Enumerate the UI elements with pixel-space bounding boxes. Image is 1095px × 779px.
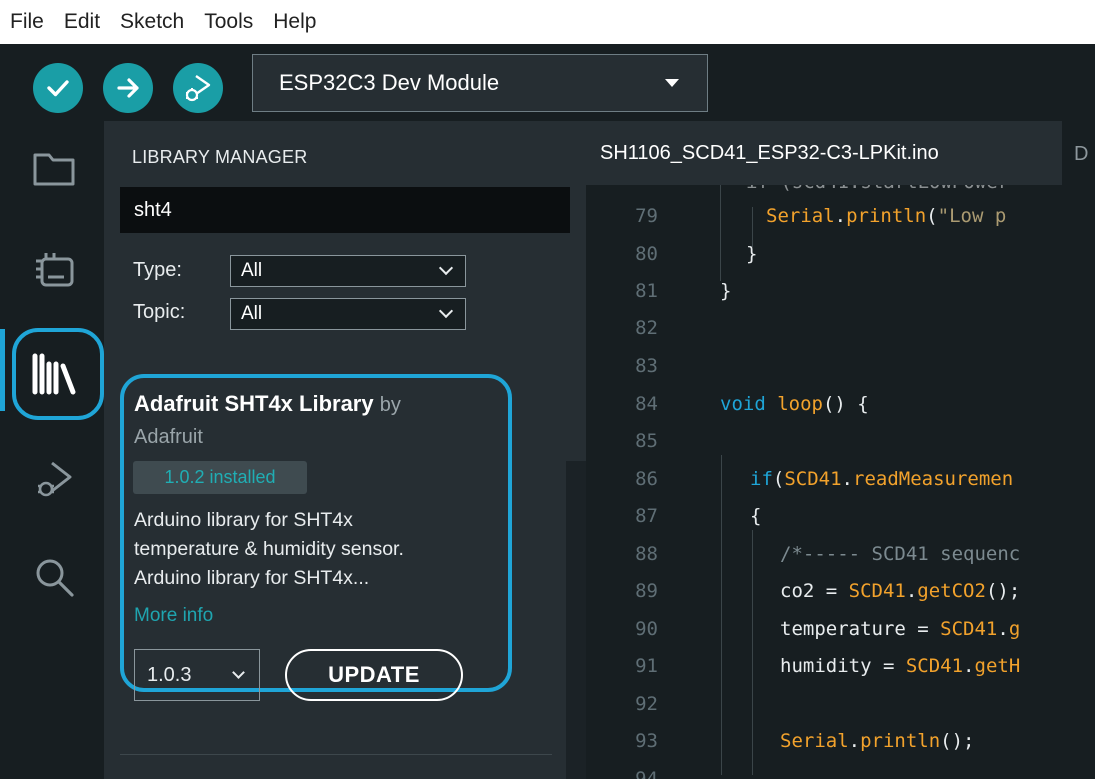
menu-bar: File Edit Sketch Tools Help — [0, 0, 1095, 44]
search-icon — [36, 559, 74, 597]
type-select-value: All — [241, 260, 263, 281]
description-line: Arduino library for SHT4x — [134, 509, 353, 531]
code-line: co2 = SCD41.getCO2(); — [780, 580, 1021, 602]
library-icon — [32, 353, 76, 395]
library-by: by — [379, 394, 401, 416]
debug-icon — [185, 75, 211, 102]
sketchbook-button[interactable] — [26, 141, 82, 197]
description-line: temperature & humidity sensor. — [134, 538, 404, 560]
board-name: ESP32C3 Dev Module — [279, 70, 500, 95]
menu-tools[interactable]: Tools — [204, 10, 253, 34]
chevron-down-icon — [232, 666, 245, 679]
menu-help[interactable]: Help — [273, 10, 316, 34]
search-value: sht4 — [134, 198, 172, 221]
tab-next-file[interactable]: D — [1074, 143, 1088, 166]
arrow-right-icon — [117, 78, 139, 98]
debug-view-button[interactable] — [26, 451, 82, 507]
type-label: Type: — [133, 259, 182, 281]
panel-title: LIBRARY MANAGER — [132, 147, 308, 167]
code-editor[interactable]: 79 80 81 82 83 84 85 86 87 88 89 90 91 9… — [586, 185, 1095, 779]
tab-sketch-file[interactable]: SH1106_SCD41_ESP32-C3-LPKit.ino — [586, 121, 1062, 185]
boards-manager-button[interactable] — [26, 241, 82, 297]
upload-button[interactable] — [103, 63, 153, 113]
version-select[interactable]: 1.0.3 — [134, 649, 260, 701]
chevron-down-icon — [438, 303, 454, 319]
topic-select[interactable]: All — [230, 298, 466, 330]
topic-label: Topic: — [133, 301, 186, 323]
more-info-link[interactable]: More info — [134, 605, 213, 627]
code-line: { — [750, 505, 762, 527]
library-card-title: Adafruit SHT4x Library by — [134, 391, 401, 417]
panel-scrollbar[interactable] — [566, 461, 586, 779]
description-line: Arduino library for SHT4x... — [134, 567, 370, 589]
menu-sketch[interactable]: Sketch — [120, 10, 184, 34]
library-description: Arduino library for SHT4x temperature & … — [134, 506, 494, 593]
tab-label: SH1106_SCD41_ESP32-C3-LPKit.ino — [600, 141, 939, 164]
library-manager-panel: LIBRARY MANAGER sht4 Type: All Topic: Al… — [104, 121, 586, 779]
activity-rail — [0, 121, 104, 779]
library-manager-button[interactable] — [26, 346, 82, 402]
menu-edit[interactable]: Edit — [64, 10, 100, 34]
type-select[interactable]: All — [230, 255, 466, 287]
card-divider — [120, 754, 552, 755]
caret-down-icon — [665, 79, 679, 87]
code-area: if (scd41.startLowPower Serial.println("… — [586, 185, 1095, 779]
debug-button[interactable] — [173, 63, 223, 113]
code-line: } — [720, 280, 732, 302]
indent-guide — [721, 455, 722, 775]
search-button[interactable] — [26, 549, 82, 605]
version-value: 1.0.3 — [147, 663, 192, 686]
library-name: Adafruit SHT4x Library — [134, 391, 374, 416]
verify-button[interactable] — [33, 63, 83, 113]
update-button[interactable]: UPDATE — [285, 649, 463, 701]
code-line: } — [746, 243, 758, 265]
chevron-down-icon — [438, 260, 454, 276]
code-line: if (scd41.startLowPower — [746, 185, 1009, 193]
library-author: Adafruit — [134, 426, 203, 448]
board-selector[interactable]: ESP32C3 Dev Module — [252, 54, 708, 112]
installed-badge: 1.0.2 installed — [133, 461, 307, 494]
board-manager-icon — [36, 253, 74, 287]
code-line: Serial.println(); — [780, 730, 975, 752]
indent-guide — [752, 207, 753, 247]
code-line: Serial.println("Low p — [766, 205, 1007, 227]
code-line: void loop() { — [720, 393, 869, 415]
check-icon — [47, 80, 69, 97]
code-line: temperature = SCD41.g — [780, 618, 1021, 640]
debug-icon — [38, 461, 72, 497]
topic-select-value: All — [241, 303, 263, 324]
code-line: if(SCD41.readMeasuremen — [750, 468, 1014, 490]
folder-icon — [33, 153, 75, 186]
editor-tab-bar: SH1106_SCD41_ESP32-C3-LPKit.ino D — [586, 121, 1095, 185]
active-indicator — [0, 329, 5, 411]
toolbar: ESP32C3 Dev Module — [0, 44, 1095, 121]
indent-guide — [752, 530, 753, 775]
library-search-input[interactable]: sht4 — [120, 187, 570, 233]
code-line: /*----- SCD41 sequenc — [780, 543, 1021, 565]
indent-guide — [720, 185, 721, 281]
menu-file[interactable]: File — [10, 10, 44, 34]
code-line: humidity = SCD41.getH — [780, 655, 1021, 677]
